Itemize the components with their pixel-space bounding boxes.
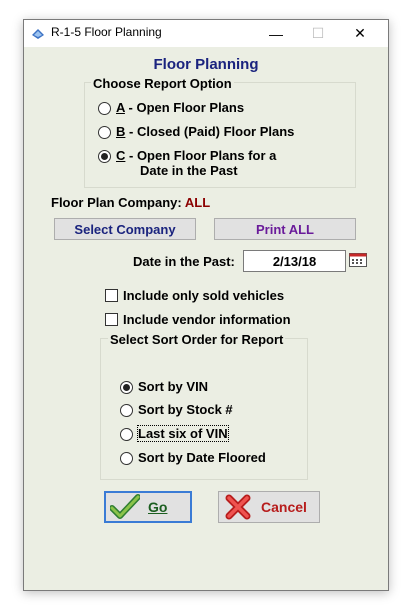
minimize-button[interactable]: — [255,20,297,47]
radio-option-c[interactable]: C - Open Floor Plans for a Date in the P… [98,148,276,178]
radio-button-a[interactable] [98,102,111,115]
sort-last-six-radio[interactable] [120,428,133,441]
sort-vin-option[interactable]: Sort by VIN [120,379,208,394]
page-title: Floor Planning [153,56,259,73]
radio-button-b[interactable] [98,126,111,139]
maximize-icon: ☐ [311,25,325,41]
title-bar[interactable]: R-1-5 Floor Planning — ☐ ✕ [24,20,388,47]
radio-option-b[interactable]: B - Closed (Paid) Floor Plans [98,124,294,139]
print-all-button[interactable]: Print ALL [214,218,356,240]
sort-date-floored-label: Sort by Date Floored [138,450,266,465]
radio-option-a[interactable]: A - Open Floor Plans [98,100,244,115]
sort-stock-label: Sort by Stock # [138,402,233,417]
checkmark-icon [110,494,140,519]
sort-vin-label: Sort by VIN [138,379,209,394]
close-icon: ✕ [354,25,366,41]
date-past-input[interactable]: 2/13/18 [243,250,346,272]
maximize-button[interactable]: ☐ [297,20,339,47]
select-company-button[interactable]: Select Company [54,218,196,240]
window-title: R-1-5 Floor Planning [51,25,162,39]
sort-date-floored-option[interactable]: Sort by Date Floored [120,450,266,465]
option-c-label: C - Open Floor Plans for a Date in the P… [116,148,277,178]
sort-stock-option[interactable]: Sort by Stock # [120,402,233,417]
red-x-icon [225,494,251,520]
minimize-icon: — [269,25,283,42]
go-label: Go [148,499,168,515]
include-vendor-label: Include vendor information [123,312,291,327]
calendar-icon[interactable] [349,253,367,267]
include-sold-label: Include only sold vehicles [123,288,285,303]
cancel-label: Cancel [261,499,307,515]
sort-last-six-option[interactable]: Last six of VIN [120,425,229,442]
sort-order-title: Select Sort Order for Report [108,332,286,347]
company-value: ALL [184,195,211,210]
app-icon [32,29,44,39]
sort-stock-radio[interactable] [120,404,133,417]
option-b-label: B - Closed (Paid) Floor Plans [116,124,295,139]
cancel-button[interactable]: Cancel [218,491,320,523]
date-past-label: Date in the Past: [133,254,235,269]
go-button[interactable]: Go [104,491,192,523]
close-button[interactable]: ✕ [339,20,381,47]
include-sold-checkbox-row[interactable]: Include only sold vehicles [105,288,284,303]
floor-plan-company-label: Floor Plan Company: ALL [51,195,211,210]
sort-vin-radio[interactable] [120,381,133,394]
report-option-title: Choose Report Option [91,76,234,91]
include-sold-checkbox[interactable] [105,289,118,302]
include-vendor-checkbox-row[interactable]: Include vendor information [105,312,291,327]
floor-planning-window: R-1-5 Floor Planning — ☐ ✕ Floor Plannin… [23,19,389,591]
sort-date-floored-radio[interactable] [120,452,133,465]
sort-last-six-label: Last six of VIN [137,425,229,442]
include-vendor-checkbox[interactable] [105,313,118,326]
option-a-label: A - Open Floor Plans [116,100,245,115]
radio-button-c[interactable] [98,150,111,163]
